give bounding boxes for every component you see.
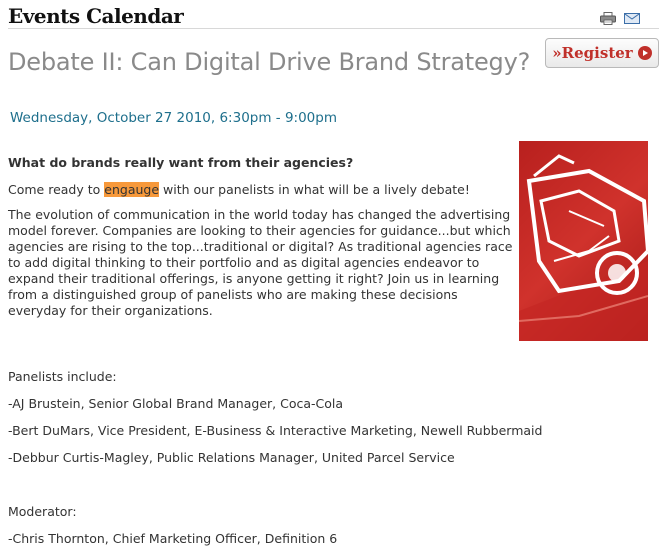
event-date: Wednesday, October 27 2010, 6:30pm - 9:0…: [10, 110, 337, 126]
panelist-item: -Debbur Curtis-Magley, Public Relations …: [8, 450, 455, 465]
moderator-name: -Chris Thornton, Chief Marketing Officer…: [8, 531, 338, 546]
panelist-item: -Bert DuMars, Vice President, E-Business…: [8, 423, 543, 438]
page-header-title: Events Calendar: [8, 4, 184, 28]
register-button[interactable]: »Register: [545, 38, 659, 68]
event-description: The evolution of communication in the wo…: [8, 207, 513, 318]
moderator-heading: Moderator:: [8, 504, 77, 519]
intro-text-before: Come ready to: [8, 182, 105, 197]
print-icon[interactable]: [600, 12, 616, 25]
register-button-label: »Register: [552, 44, 633, 62]
highlighted-word: engauge: [104, 182, 160, 197]
race-car-image: [519, 141, 648, 341]
play-arrow-icon: [637, 46, 652, 60]
panelists-heading: Panelists include:: [8, 369, 117, 384]
intro-text-after: with our panelists in what will be a liv…: [159, 182, 470, 197]
event-question: What do brands really want from their ag…: [8, 155, 354, 170]
event-description-block: What do brands really want from their ag…: [8, 155, 513, 319]
header-divider: [8, 28, 659, 29]
panelist-item: -AJ Brustein, Senior Global Brand Manage…: [8, 396, 344, 411]
email-icon[interactable]: [624, 12, 640, 25]
event-title: Debate II: Can Digital Drive Brand Strat…: [8, 48, 531, 76]
page-tools: [600, 12, 640, 25]
event-intro: Come ready to engauge with our panelists…: [8, 182, 513, 198]
